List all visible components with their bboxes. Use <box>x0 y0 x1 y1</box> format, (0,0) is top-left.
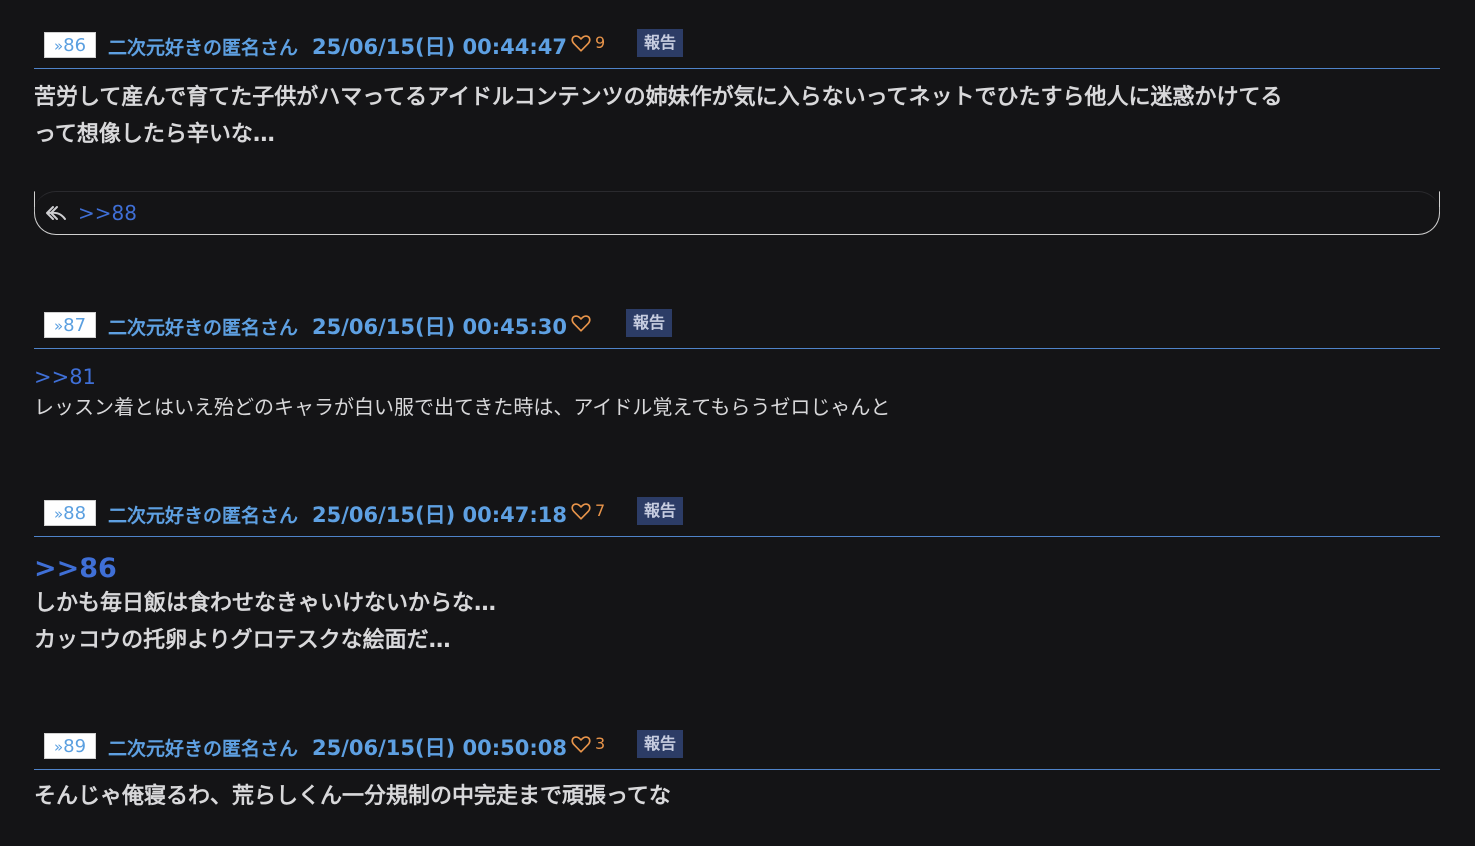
reply-link[interactable]: >>88 <box>78 201 137 225</box>
heart-icon <box>571 735 591 753</box>
post-number-button[interactable]: » 86 <box>44 32 96 58</box>
like-button[interactable]: 9 <box>570 27 605 57</box>
thread-page: » 86 二次元好きの匿名さん 25/06/15(日) 00:44:47 9 報告… <box>0 0 1475 846</box>
post-89: » 89 二次元好きの匿名さん 25/06/15(日) 00:50:08 3 報告… <box>34 726 1440 815</box>
heart-icon <box>571 34 591 52</box>
chevron-double-right-icon: » <box>53 317 63 335</box>
post-datetime: 25/06/15(日) 00:45:30 <box>312 315 567 339</box>
post-body: 苦労して産んで育てた子供がハマってるアイドルコンテンツの姉妹作が気に入らないって… <box>34 85 1283 147</box>
post-author: 二次元好きの匿名さん <box>108 37 299 59</box>
like-button[interactable] <box>570 307 595 337</box>
anchor-link[interactable]: >>81 <box>34 363 1440 391</box>
post-88: » 88 二次元好きの匿名さん 25/06/15(日) 00:47:18 7 報告… <box>34 493 1440 659</box>
post-87: » 87 二次元好きの匿名さん 25/06/15(日) 00:45:30 報告 >… <box>34 305 1440 423</box>
post-body: レッスン着とはいえ殆どのキャラが白い服で出てきた時は、アイドル覚えてもらうゼロじ… <box>34 395 891 419</box>
post-header: » 89 二次元好きの匿名さん 25/06/15(日) 00:50:08 3 報告 <box>34 726 1440 770</box>
post-author: 二次元好きの匿名さん <box>108 317 299 339</box>
like-count: 3 <box>595 733 606 753</box>
report-button[interactable]: 報告 <box>626 309 672 337</box>
reply-arrow-icon <box>46 206 66 220</box>
like-count: 7 <box>595 500 606 520</box>
chevron-double-right-icon: » <box>53 738 63 756</box>
post-author: 二次元好きの匿名さん <box>108 505 299 527</box>
post-number-button[interactable]: » 88 <box>44 500 96 526</box>
like-count: 9 <box>595 32 606 52</box>
post-body: そんじゃ俺寝るわ、荒らしくん一分規制の中完走まで頑張ってな <box>34 784 671 809</box>
post-body: しかも毎日飯は食わせなきゃいけないからな… カッコウの托卵よりグロテスクな絵面だ… <box>34 591 497 653</box>
heart-icon <box>571 314 591 332</box>
post-datetime: 25/06/15(日) 00:50:08 <box>312 736 567 760</box>
report-button[interactable]: 報告 <box>637 29 683 57</box>
report-button[interactable]: 報告 <box>637 497 683 525</box>
post-datetime: 25/06/15(日) 00:44:47 <box>312 35 567 59</box>
like-button[interactable]: 7 <box>570 495 605 525</box>
like-button[interactable]: 3 <box>570 728 605 758</box>
chevron-double-right-icon: » <box>53 37 63 55</box>
post-number-button[interactable]: » 89 <box>44 733 96 759</box>
post-header: » 88 二次元好きの匿名さん 25/06/15(日) 00:47:18 7 報告 <box>34 493 1440 537</box>
post-number-button[interactable]: » 87 <box>44 312 96 338</box>
anchor-link[interactable]: >>86 <box>34 553 1440 585</box>
heart-icon <box>571 502 591 520</box>
replies-box: >>88 <box>34 191 1440 235</box>
post-header: » 86 二次元好きの匿名さん 25/06/15(日) 00:44:47 9 報告 <box>34 25 1440 69</box>
post-datetime: 25/06/15(日) 00:47:18 <box>312 503 567 527</box>
post-86: » 86 二次元好きの匿名さん 25/06/15(日) 00:44:47 9 報告… <box>34 25 1440 235</box>
chevron-double-right-icon: » <box>53 505 63 523</box>
report-button[interactable]: 報告 <box>637 730 683 758</box>
post-header: » 87 二次元好きの匿名さん 25/06/15(日) 00:45:30 報告 <box>34 305 1440 349</box>
post-author: 二次元好きの匿名さん <box>108 738 299 760</box>
